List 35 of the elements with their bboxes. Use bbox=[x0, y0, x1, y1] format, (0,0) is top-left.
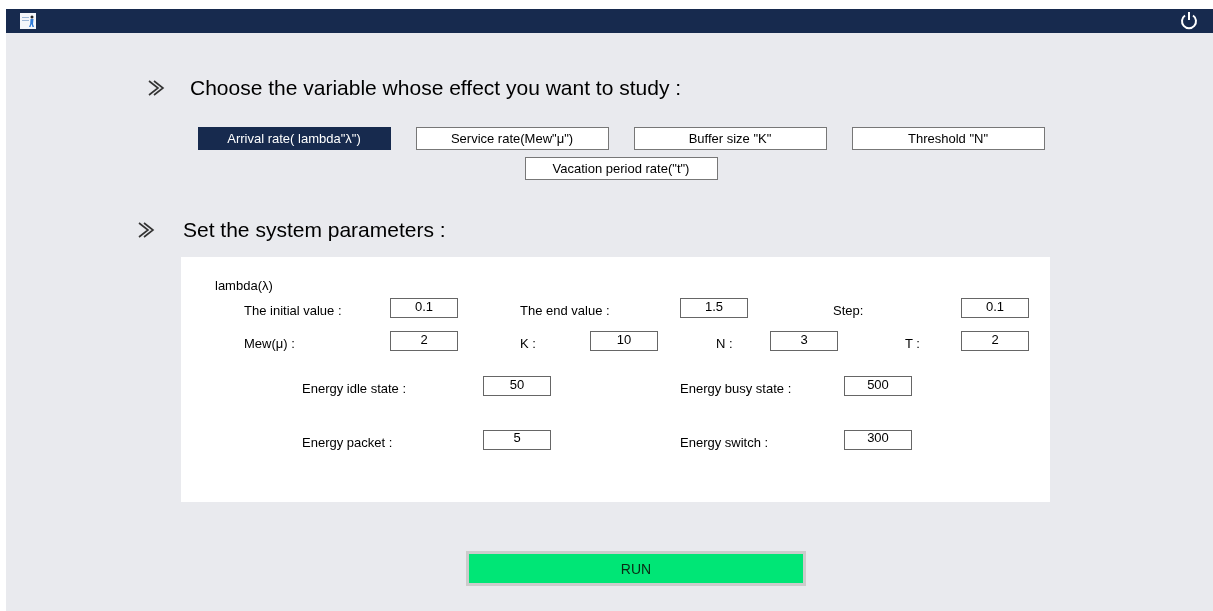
section-heading: Set the system parameters : bbox=[183, 218, 446, 242]
input-field[interactable]: 3 bbox=[770, 331, 838, 351]
field-label: Energy switch : bbox=[680, 433, 769, 450]
input-field[interactable]: 300 bbox=[844, 429, 912, 450]
variable-option[interactable]: Vacation period rate("t") bbox=[524, 157, 718, 180]
input-field[interactable]: 1.5 bbox=[680, 298, 748, 318]
section-heading: Choose the variable whose effect you want to study : bbox=[190, 76, 682, 100]
input-field[interactable]: 5 bbox=[483, 429, 551, 450]
field-label: The end value : bbox=[520, 302, 610, 318]
app-logo-icon bbox=[20, 13, 36, 29]
power-icon[interactable] bbox=[1179, 11, 1199, 31]
variable-option[interactable]: Threshold "N" bbox=[851, 127, 1045, 150]
input-field[interactable]: 2 bbox=[961, 331, 1029, 351]
field-label: N : bbox=[716, 335, 733, 351]
field-label: Mew(μ) : bbox=[244, 335, 295, 351]
field-label: Energy packet : bbox=[302, 433, 393, 450]
field-label: The initial value : bbox=[244, 302, 342, 318]
input-field[interactable]: 500 bbox=[844, 376, 912, 396]
variable-option[interactable]: Buffer size "K" bbox=[633, 127, 827, 150]
variable-option[interactable]: Arrival rate( lambda"λ") bbox=[197, 127, 391, 150]
input-field[interactable]: 0.1 bbox=[390, 298, 458, 318]
double-chevron-icon bbox=[138, 222, 156, 238]
group-label: lambda(λ) bbox=[214, 278, 273, 293]
input-field[interactable]: 10 bbox=[590, 331, 658, 351]
input-field[interactable]: 0.1 bbox=[961, 298, 1029, 318]
double-chevron-icon bbox=[148, 80, 166, 96]
variable-option[interactable]: Service rate(Mew"μ") bbox=[415, 127, 609, 150]
run-button[interactable]: RUN bbox=[466, 551, 806, 586]
input-field[interactable]: 2 bbox=[390, 331, 458, 351]
field-label: K : bbox=[520, 335, 536, 351]
field-label: Energy idle state : bbox=[302, 380, 407, 396]
field-label: Energy busy state : bbox=[680, 380, 792, 396]
input-field[interactable]: 50 bbox=[483, 376, 551, 396]
field-label: Step: bbox=[833, 302, 864, 318]
field-label: T : bbox=[905, 335, 920, 351]
